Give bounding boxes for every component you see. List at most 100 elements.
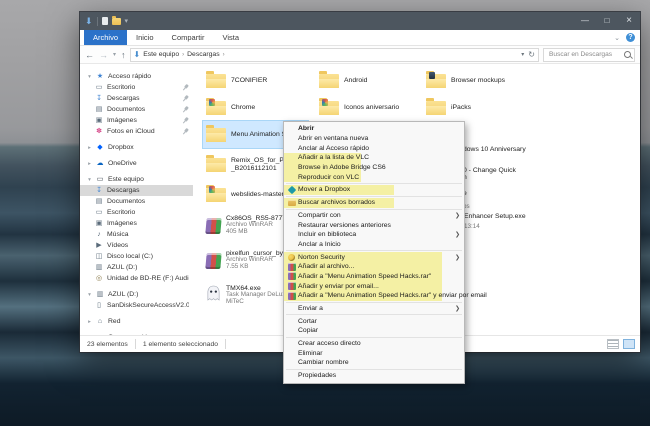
- sidebar-item-v-deos[interactable]: ▶ Vídeos: [80, 240, 193, 251]
- file-item[interactable]: iPacks: [423, 94, 508, 121]
- folder-location-icon: ⬇: [133, 49, 141, 59]
- expand-chevron-icon[interactable]: ▸: [85, 319, 94, 325]
- menu-item-crear-acceso-directo[interactable]: Crear acceso directo: [284, 339, 464, 349]
- menu-item-reproducir-con-vlc[interactable]: Reproducir con VLC: [284, 172, 464, 183]
- expand-chevron-icon[interactable]: ▸: [85, 145, 94, 151]
- file-name: Browser mockups: [451, 76, 506, 84]
- tab-compartir[interactable]: Compartir: [163, 30, 214, 45]
- sidebar-item-azul-d-[interactable]: ▾ ▥ AZUL (D:): [80, 289, 193, 300]
- search-input[interactable]: [547, 50, 624, 59]
- sidebar-item-im-genes[interactable]: ▣ Imágenes: [80, 218, 193, 229]
- folder-content-preview: [209, 98, 215, 106]
- menu-item-a-adir-a-menu-animation-speed-hacks-rar-[interactable]: Añadir a "Menu Animation Speed Hacks.rar…: [284, 291, 487, 301]
- breadcrumb-item[interactable]: Descargas: [187, 51, 220, 58]
- pin-icon: [181, 127, 191, 137]
- search-box[interactable]: [543, 47, 635, 62]
- new-folder-icon[interactable]: [111, 15, 121, 25]
- sidebar-item-onedrive[interactable]: ▸ ☁ OneDrive: [80, 158, 193, 169]
- submenu-arrow-icon: ❯: [454, 232, 460, 239]
- details-view-icon[interactable]: [607, 339, 619, 349]
- menu-item-eliminar[interactable]: Eliminar: [284, 348, 464, 358]
- sidebar-item-disco-local-c-[interactable]: ◫ Disco local (C:): [80, 251, 193, 262]
- menu-item-restaurar-versiones-anteriores[interactable]: Restaurar versiones anteriores: [284, 220, 464, 230]
- sidebar-item-este-equipo[interactable]: ▾ ▭ Este equipo: [80, 174, 193, 185]
- menu-item-anclar-al-acceso-r-pido[interactable]: Anclar al Acceso rápido: [284, 143, 464, 153]
- help-icon[interactable]: ?: [626, 33, 635, 42]
- menu-item-propiedades[interactable]: Propiedades: [284, 371, 464, 381]
- menu-item-a-adir-a-menu-animation-speed-hacks-rar-[interactable]: Añadir a "Menu Animation Speed Hacks.rar…: [284, 271, 464, 282]
- menu-item-browse-in-adobe-bridge-cs6[interactable]: Browse in Adobe Bridge CS6: [284, 162, 464, 173]
- properties-icon[interactable]: [101, 17, 108, 25]
- sidebar-item-escritorio[interactable]: ▭ Escritorio: [80, 207, 193, 218]
- menu-item-label: Abrir: [298, 125, 315, 133]
- sidebar-item-descargas[interactable]: ↧ Descargas: [80, 185, 193, 196]
- address-dropdown-icon[interactable]: ▾: [521, 51, 524, 58]
- close-button[interactable]: ×: [618, 12, 640, 30]
- file-item[interactable]: 7CONIFIER: [203, 67, 308, 94]
- menu-item-abrir[interactable]: Abrir: [284, 124, 464, 134]
- sidebar-item-red[interactable]: ▸ ⌂ Red: [80, 316, 193, 327]
- expand-chevron-icon[interactable]: ▾: [85, 292, 94, 298]
- file-item[interactable]: Iconos aniversario: [316, 94, 402, 121]
- expand-chevron-icon[interactable]: ▸: [85, 161, 94, 167]
- sidebar-item-grupo-en-el-hogar[interactable]: ▸⌂Grupo en el hogar: [80, 332, 193, 335]
- sidebar-item-descargas[interactable]: ↧ Descargas: [80, 93, 193, 104]
- menu-item-cambiar-nombre[interactable]: Cambiar nombre: [284, 358, 464, 368]
- menu-item-anclar-a-inicio[interactable]: Anclar a Inicio: [284, 240, 464, 250]
- address-bar[interactable]: ⬇ Este equipo › Descargas › ▾ ↻: [129, 47, 539, 62]
- sidebar-item-dropbox[interactable]: ▸ ◆ Dropbox: [80, 142, 193, 153]
- menu-item-a-adir-al-archivo-[interactable]: Añadir al archivo...: [284, 261, 464, 272]
- menu-item-a-adir-y-enviar-por-email-[interactable]: Añadir y enviar por email...: [284, 281, 464, 291]
- customize-quick-access-icon[interactable]: ▾: [125, 17, 129, 25]
- file-item[interactable]: Chrome: [203, 94, 308, 121]
- norton-icon: [287, 253, 296, 261]
- menu-item-buscar-archivos-borrados[interactable]: Buscar archivos borrados: [284, 197, 464, 208]
- expand-chevron-icon[interactable]: ▾: [85, 177, 94, 183]
- menu-item-a-adir-a-la-lista-de-vlc[interactable]: Añadir a la lista de VLC: [284, 153, 464, 163]
- expand-chevron-icon[interactable]: ▾: [85, 74, 94, 80]
- thumbnails-view-icon[interactable]: [623, 339, 635, 349]
- sidebar-item-fotos-en-icloud[interactable]: ✽ Fotos en iCloud: [80, 126, 193, 137]
- file-name: Android: [344, 76, 368, 84]
- breadcrumb-item[interactable]: Este equipo: [143, 51, 179, 58]
- submenu-arrow-icon: ❯: [454, 212, 460, 219]
- menu-item-mover-a-dropbox[interactable]: Mover a Dropbox: [284, 185, 464, 195]
- drive-icon: ▥: [96, 291, 104, 298]
- sidebar-item-documentos[interactable]: ▤ Documentos: [80, 104, 193, 115]
- sidebar-item-im-genes[interactable]: ▣ Imágenes: [80, 115, 193, 126]
- navigation-toolbar: ← → ▾ ↑ ⬇ Este equipo › Descargas › ▾ ↻: [80, 46, 640, 64]
- sidebar-item-azul-d-[interactable]: ▥ AZUL (D:): [80, 262, 193, 273]
- sidebar-item-m-sica[interactable]: ♪ Música: [80, 229, 193, 240]
- expand-chevron-icon[interactable]: ▸: [85, 335, 94, 336]
- tab-archivo[interactable]: Archivo: [84, 30, 128, 45]
- ribbon-collapse-icon[interactable]: ⌄: [614, 34, 620, 42]
- file-item[interactable]: Android: [316, 67, 402, 94]
- back-button[interactable]: ←: [85, 50, 94, 60]
- menu-item-incluir-en-biblioteca[interactable]: Incluir en biblioteca ❯: [284, 230, 464, 240]
- sidebar-item-acceso-r-pido[interactable]: ▾ ★ Acceso rápido: [80, 71, 193, 82]
- file-item[interactable]: Browser mockups: [423, 67, 508, 94]
- folder-icon: [206, 70, 226, 88]
- tab-vista[interactable]: Vista: [213, 30, 248, 45]
- sidebar-item-label: Red: [108, 318, 121, 325]
- menu-item-cortar[interactable]: Cortar: [284, 316, 464, 326]
- tab-inicio[interactable]: Inicio: [127, 30, 163, 45]
- maximize-button[interactable]: □: [596, 12, 618, 30]
- menu-item-abrir-en-ventana-nueva[interactable]: Abrir en ventana nueva: [284, 134, 464, 144]
- minimize-button[interactable]: —: [574, 12, 596, 30]
- sidebar-item-label: Descargas: [107, 95, 140, 102]
- sidebar-item-sandisksecureaccessv2-0[interactable]: ▯ SanDiskSecureAccessV2.0: [80, 300, 193, 311]
- menu-item-enviar-a[interactable]: Enviar a ❯: [284, 304, 464, 314]
- sidebar-item-documentos[interactable]: ▤ Documentos: [80, 196, 193, 207]
- up-button[interactable]: ↑: [121, 50, 126, 60]
- forward-button[interactable]: →: [99, 50, 108, 60]
- menu-item-norton-security[interactable]: Norton Security ❯: [284, 252, 464, 262]
- menu-item-copiar[interactable]: Copiar: [284, 326, 464, 336]
- sidebar-item-escritorio[interactable]: ▭ Escritorio: [80, 82, 193, 93]
- menu-item-label: Añadir a la lista de VLC: [298, 154, 370, 162]
- sidebar-item-unidad-de-bd-re-f-audio-cd[interactable]: ◎ Unidad de BD-RE (F:) Audio CD: [80, 273, 193, 284]
- file-label: Iconos aniversario: [344, 104, 399, 111]
- refresh-icon[interactable]: ↻: [528, 50, 535, 59]
- recent-locations-icon[interactable]: ▾: [113, 51, 116, 58]
- menu-item-compartir-con[interactable]: Compartir con ❯: [284, 211, 464, 221]
